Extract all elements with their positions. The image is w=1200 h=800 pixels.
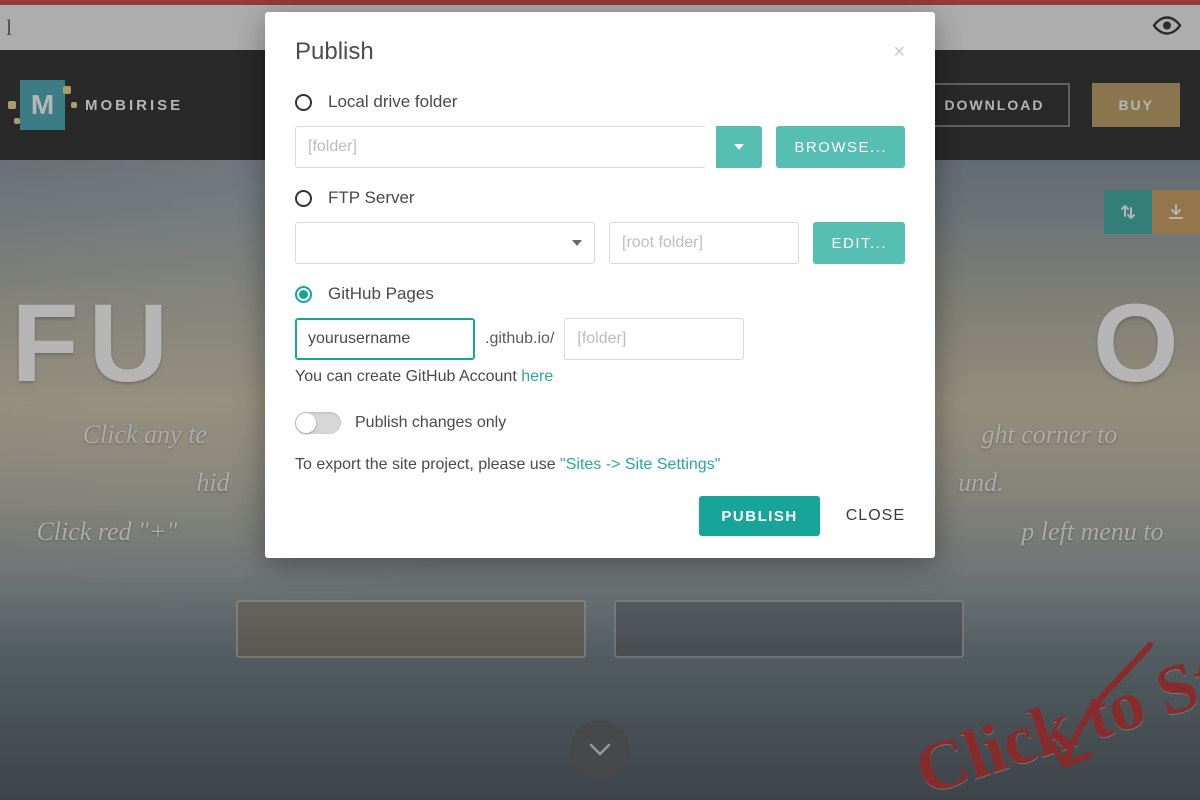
option-ftp: FTP Server [root folder] EDIT... bbox=[295, 188, 905, 264]
publish-changes-only-label: Publish changes only bbox=[355, 414, 506, 432]
create-github-account-link[interactable]: here bbox=[521, 368, 553, 385]
local-folder-dropdown-button[interactable] bbox=[716, 126, 762, 168]
radio-local-drive[interactable] bbox=[295, 94, 312, 111]
sites-site-settings-link[interactable]: Sites -> Site Settings bbox=[560, 456, 720, 473]
edit-ftp-button[interactable]: EDIT... bbox=[813, 222, 905, 264]
radio-github-pages[interactable] bbox=[295, 286, 312, 303]
github-account-hint: You can create GitHub Account here bbox=[295, 368, 905, 386]
github-username-input[interactable] bbox=[295, 318, 475, 360]
modal-footer: PUBLISH CLOSE bbox=[295, 496, 905, 536]
option-local-drive: Local drive folder [folder] BROWSE... bbox=[295, 92, 905, 168]
ftp-server-select[interactable] bbox=[295, 222, 595, 264]
label-github-pages: GitHub Pages bbox=[328, 284, 434, 304]
export-note: To export the site project, please use S… bbox=[295, 456, 905, 474]
publish-modal: Publish × Local drive folder [folder] BR… bbox=[265, 12, 935, 558]
browse-button[interactable]: BROWSE... bbox=[776, 126, 905, 168]
publish-changes-toggle-row: Publish changes only bbox=[295, 412, 905, 434]
radio-ftp[interactable] bbox=[295, 190, 312, 207]
modal-title: Publish bbox=[295, 38, 374, 66]
publish-button[interactable]: PUBLISH bbox=[699, 496, 819, 536]
github-domain-separator: .github.io/ bbox=[485, 330, 554, 348]
label-ftp: FTP Server bbox=[328, 188, 415, 208]
ftp-root-folder-input[interactable]: [root folder] bbox=[609, 222, 799, 264]
local-folder-input[interactable]: [folder] bbox=[295, 126, 705, 168]
publish-changes-only-toggle[interactable] bbox=[295, 412, 341, 434]
close-button[interactable]: CLOSE bbox=[846, 507, 905, 525]
modal-close-x-icon[interactable]: × bbox=[893, 42, 905, 62]
label-local-drive: Local drive folder bbox=[328, 92, 457, 112]
option-github-pages: GitHub Pages .github.io/ You can create … bbox=[295, 284, 905, 386]
github-folder-input[interactable] bbox=[564, 318, 744, 360]
chevron-down-icon bbox=[572, 240, 582, 246]
